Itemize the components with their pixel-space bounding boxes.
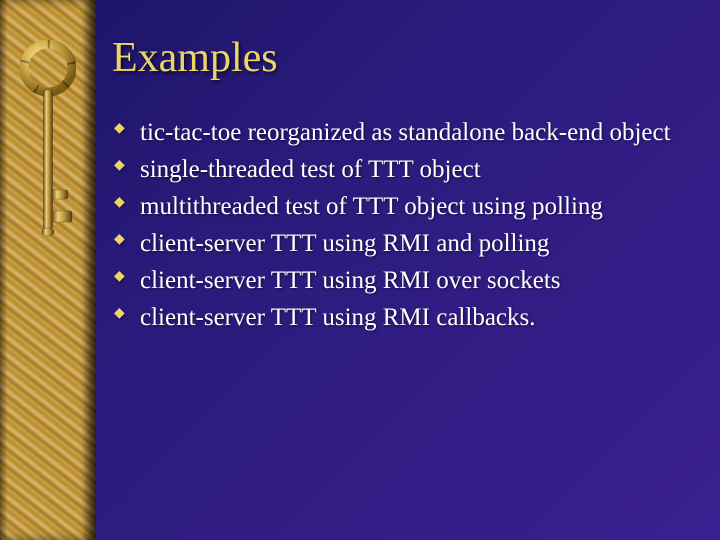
bullet-item: client-server TTT using RMI callbacks. — [140, 301, 690, 334]
slide-title: Examples — [112, 34, 690, 82]
bullet-item: client-server TTT using RMI over sockets — [140, 264, 690, 297]
bullet-item: client-server TTT using RMI and polling — [140, 227, 690, 260]
bullet-item: single-threaded test of TTT object — [140, 153, 690, 186]
bullet-item: tic-tac-toe reorganized as standalone ba… — [140, 116, 690, 149]
bullet-item: multithreaded test of TTT object using p… — [140, 190, 690, 223]
key-icon — [0, 40, 96, 260]
slide: Examples tic-tac-toe reorganized as stan… — [0, 0, 720, 540]
content-area: Examples tic-tac-toe reorganized as stan… — [112, 34, 690, 338]
sidebar-decoration — [0, 0, 96, 540]
bullet-list: tic-tac-toe reorganized as standalone ba… — [112, 116, 690, 334]
